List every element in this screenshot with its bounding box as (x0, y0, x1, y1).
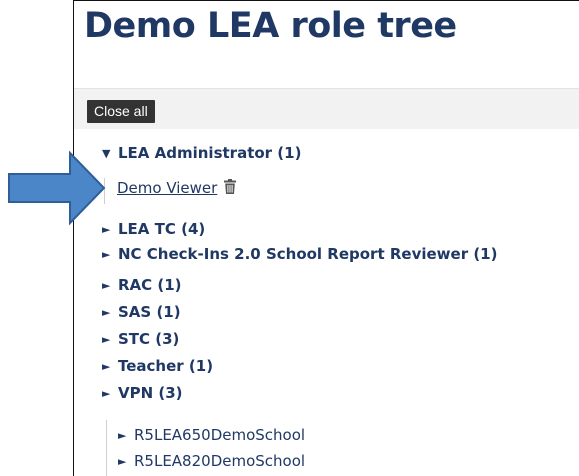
tree-node-school-650[interactable]: ► R5LEA650DemoSchool (118, 425, 305, 446)
tree-node-vpn[interactable]: ► VPN (3) (102, 383, 183, 404)
tree-node-lea-tc[interactable]: ► LEA TC (4) (102, 219, 205, 240)
arrow-right-icon (8, 150, 106, 226)
demo-viewer-link[interactable]: Demo Viewer (117, 179, 217, 197)
tree-node-sas[interactable]: ► SAS (1) (102, 302, 181, 323)
trash-icon[interactable] (224, 179, 237, 199)
collapsed-caret-icon[interactable]: ► (102, 276, 118, 296)
tree-node-label: VPN (3) (118, 384, 183, 402)
tree-node-stc[interactable]: ► STC (3) (102, 329, 179, 350)
tree-node-school-820[interactable]: ► R5LEA820DemoSchool (118, 451, 305, 472)
tree-node-rac[interactable]: ► RAC (1) (102, 275, 182, 296)
expand-caret-icon[interactable]: ► (102, 384, 118, 404)
tree-node-nc-check-ins-reviewer[interactable]: ► NC Check-Ins 2.0 School Report Reviewer… (102, 244, 497, 265)
tree-node-label: LEA Administrator (1) (118, 144, 302, 162)
screenshot-stage: Demo LEA role tree Close all ▼ LEA Admini… (0, 0, 579, 476)
collapsed-caret-icon[interactable]: ► (102, 357, 118, 377)
collapsed-caret-icon[interactable]: ► (102, 245, 118, 265)
tree-guide-line (106, 420, 107, 476)
tree-node-label: LEA TC (4) (118, 220, 206, 238)
tree-node-lea-administrator[interactable]: ▼ LEA Administrator (1) (102, 143, 301, 164)
tree-node-label: NC Check-Ins 2.0 School Report Reviewer … (118, 245, 498, 263)
collapsed-caret-icon[interactable]: ► (118, 426, 134, 446)
tree-node-label: R5LEA820DemoSchool (134, 452, 306, 470)
page-title: Demo LEA role tree (84, 6, 457, 46)
tree-node-label: Teacher (1) (118, 357, 214, 375)
collapsed-caret-icon[interactable]: ► (102, 330, 118, 350)
collapsed-caret-icon[interactable]: ► (118, 452, 134, 472)
tree-node-label: STC (3) (118, 330, 180, 348)
tree-node-label: SAS (1) (118, 303, 181, 321)
member-row-demo-viewer: Demo Viewer (117, 178, 237, 199)
tree-node-label: R5LEA650DemoSchool (134, 426, 306, 444)
collapsed-caret-icon[interactable]: ► (102, 303, 118, 323)
tree-node-teacher[interactable]: ► Teacher (1) (102, 356, 213, 377)
tree-node-label: RAC (1) (118, 276, 182, 294)
